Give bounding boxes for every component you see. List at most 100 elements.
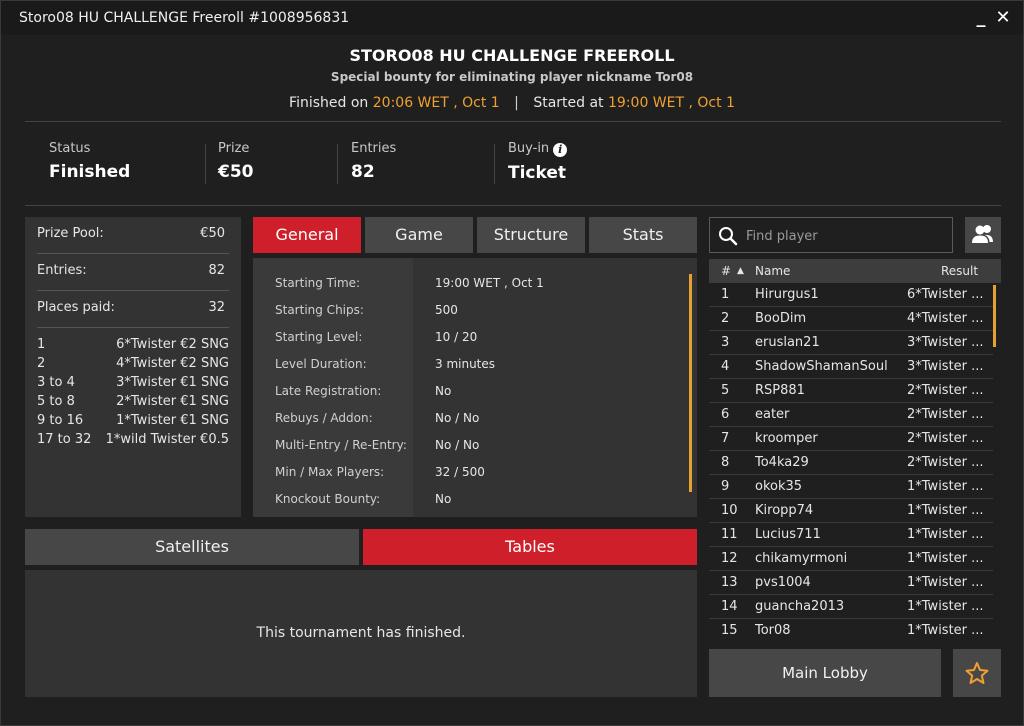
player-rank: 8 xyxy=(721,455,730,470)
player-name: ShadowShamanSoul xyxy=(755,359,888,374)
table-row[interactable]: 2 BooDim 4*Twister ... xyxy=(709,307,993,331)
tab-game[interactable]: Game xyxy=(365,217,473,253)
player-rank: 14 xyxy=(721,599,738,614)
player-result: 1*Twister ... xyxy=(907,479,984,494)
tab-general[interactable]: General xyxy=(253,217,361,253)
close-button[interactable]: ✕ xyxy=(991,5,1015,31)
general-label: Multi-Entry / Re-Entry: xyxy=(275,438,407,452)
table-row[interactable]: 7 kroomper 2*Twister ... xyxy=(709,427,993,451)
player-name: guancha2013 xyxy=(755,599,845,614)
minimize-button[interactable]: _ xyxy=(969,5,993,31)
player-rank: 13 xyxy=(721,575,738,590)
main-lobby-button[interactable]: Main Lobby xyxy=(709,649,941,697)
general-info-panel[interactable]: Starting Time: 19:00 WET , Oct 1 Startin… xyxy=(253,258,697,517)
pp-entries-row: Entries: 82 xyxy=(37,263,229,278)
player-rank: 2 xyxy=(721,311,730,326)
divider-summary xyxy=(25,205,1001,206)
player-name: pvs1004 xyxy=(755,575,811,590)
table-row[interactable]: 6 eater 2*Twister ... xyxy=(709,403,993,427)
player-name: To4ka29 xyxy=(755,455,809,470)
table-row[interactable]: 11 Lucius711 1*Twister ... xyxy=(709,523,993,547)
player-result: 4*Twister ... xyxy=(907,311,984,326)
player-name: Tor08 xyxy=(755,623,791,638)
general-value: No xyxy=(435,492,452,506)
payout-prize: 4*Twister €2 SNG xyxy=(116,356,229,371)
general-scrollbar[interactable] xyxy=(689,274,692,492)
player-name: eater xyxy=(755,407,790,422)
payout-prize: 3*Twister €1 SNG xyxy=(116,375,229,390)
finished-label: Finished on xyxy=(289,95,369,111)
table-row[interactable]: 1 Hirurgus1 6*Twister ... xyxy=(709,283,993,307)
tab-structure[interactable]: Structure xyxy=(477,217,585,253)
table-row[interactable]: 15 Tor08 1*Twister ... xyxy=(709,619,993,641)
player-result: 1*Twister ... xyxy=(907,527,984,542)
payout-prize: 2*Twister €1 SNG xyxy=(116,394,229,409)
table-row[interactable]: 14 guancha2013 1*Twister ... xyxy=(709,595,993,619)
player-result: 2*Twister ... xyxy=(907,383,984,398)
table-row[interactable]: 9 okok35 1*Twister ... xyxy=(709,475,993,499)
finished-time: 20:06 WET , Oct 1 xyxy=(372,95,500,111)
general-label: Starting Level: xyxy=(275,330,363,344)
entries-label: Entries xyxy=(351,141,397,156)
players-scrollbar[interactable] xyxy=(993,285,996,347)
general-label: Starting Time: xyxy=(275,276,361,290)
table-row[interactable]: 8 To4ka29 2*Twister ... xyxy=(709,451,993,475)
player-rank: 7 xyxy=(721,431,730,446)
general-value: 500 xyxy=(435,303,458,317)
player-result: 2*Twister ... xyxy=(907,455,984,470)
player-result: 2*Twister ... xyxy=(907,407,984,422)
tournament-title: STORO08 HU CHALLENGE FREEROLL xyxy=(349,46,675,65)
tournament-subtitle: Special bounty for eliminating player ni… xyxy=(330,70,694,84)
search-input[interactable] xyxy=(746,226,946,246)
tab-satellites[interactable]: Satellites xyxy=(25,529,359,565)
table-row[interactable]: 4 ShadowShamanSoul 3*Twister ... xyxy=(709,355,993,379)
general-value: 3 minutes xyxy=(435,357,496,371)
player-rank: 4 xyxy=(721,359,730,374)
title-bar: Storo08 HU CHALLENGE Freeroll #100895683… xyxy=(1,1,1023,35)
player-rank: 3 xyxy=(721,335,730,350)
prize-value: €50 xyxy=(218,162,254,182)
table-row[interactable]: 12 chikamyrmoni 1*Twister ... xyxy=(709,547,993,571)
payout-row: 1 6*Twister €2 SNG xyxy=(37,337,229,352)
player-rank: 11 xyxy=(721,527,738,542)
table-row[interactable]: 5 RSP881 2*Twister ... xyxy=(709,379,993,403)
players-table[interactable]: # ▲ Name Result 1 Hirurgus1 6*Twister ..… xyxy=(709,259,1001,641)
col-result-header[interactable]: Result xyxy=(941,264,978,278)
player-rank: 5 xyxy=(721,383,730,398)
player-search-box[interactable] xyxy=(709,217,953,253)
divider-prize xyxy=(337,144,338,184)
player-result: 1*Twister ... xyxy=(907,503,984,518)
general-value: No / No xyxy=(435,438,480,452)
payout-row: 2 4*Twister €2 SNG xyxy=(37,356,229,371)
friends-button[interactable] xyxy=(965,217,1001,253)
general-value: 10 / 20 xyxy=(435,330,478,344)
buyin-label: Buy-in xyxy=(508,141,550,156)
places-paid-value: 32 xyxy=(208,300,225,315)
sort-asc-icon[interactable]: ▲ xyxy=(737,266,744,276)
info-icon[interactable]: i xyxy=(553,143,568,157)
time-separator: | xyxy=(514,95,519,111)
general-label: Starting Chips: xyxy=(275,303,364,317)
status-block: Status Finished xyxy=(49,141,130,182)
payout-prize: 1*Twister €1 SNG xyxy=(116,413,229,428)
col-name-header[interactable]: Name xyxy=(755,264,790,278)
buyin-block: Buy-in i Ticket xyxy=(508,141,568,183)
table-row[interactable]: 13 pvs1004 1*Twister ... xyxy=(709,571,993,595)
table-row[interactable]: 3 eruslan21 3*Twister ... xyxy=(709,331,993,355)
general-label: Late Registration: xyxy=(275,384,382,398)
player-rank: 1 xyxy=(721,287,730,302)
player-result: 6*Twister ... xyxy=(907,287,984,302)
player-name: Lucius711 xyxy=(755,527,821,542)
col-num-header[interactable]: # xyxy=(721,264,731,278)
favorite-button[interactable] xyxy=(953,649,1001,697)
player-result: 3*Twister ... xyxy=(907,335,984,350)
player-result: 2*Twister ... xyxy=(907,431,984,446)
payout-place: 17 to 32 xyxy=(37,432,92,447)
tab-stats[interactable]: Stats xyxy=(589,217,697,253)
tab-tables[interactable]: Tables xyxy=(363,529,697,565)
prize-pool-row: Prize Pool: €50 xyxy=(37,226,229,241)
payout-place: 3 to 4 xyxy=(37,375,75,390)
table-row[interactable]: 10 Kiropp74 1*Twister ... xyxy=(709,499,993,523)
player-rank: 10 xyxy=(721,503,738,518)
star-icon xyxy=(965,662,989,684)
